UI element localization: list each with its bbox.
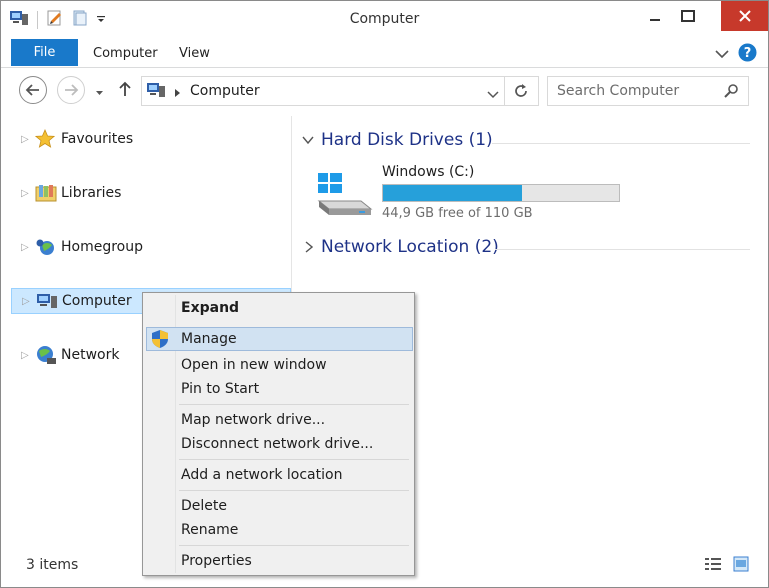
details-view-icon[interactable] (704, 556, 722, 576)
forward-button[interactable] (57, 76, 85, 104)
large-icons-view-icon[interactable] (733, 556, 749, 576)
group-title-network-location[interactable]: Network Location (2) (321, 237, 499, 257)
star-icon (35, 129, 57, 149)
group-divider (495, 249, 750, 250)
menu-item-label: Rename (181, 522, 239, 538)
nav-item-label: Libraries (61, 185, 122, 201)
expand-arrow-icon[interactable]: ▷ (21, 350, 33, 361)
nav-item-libraries[interactable]: ▷ Libraries (11, 180, 289, 206)
menu-separator (179, 404, 409, 405)
breadcrumb-chevron-icon[interactable] (174, 86, 181, 102)
group-collapse-chevron-icon[interactable] (302, 134, 314, 150)
menu-item-label: Map network drive... (181, 412, 326, 428)
menu-item-label: Properties (181, 553, 252, 569)
menu-item-label: Pin to Start (181, 381, 260, 397)
refresh-icon[interactable] (513, 83, 529, 103)
svg-text:?: ? (744, 46, 752, 61)
search-icon[interactable] (724, 83, 739, 102)
ribbon-tabs: File Computer View ? (1, 39, 768, 68)
expand-arrow-icon[interactable]: ▷ (21, 242, 33, 253)
close-icon (738, 10, 751, 22)
group-divider (492, 143, 750, 144)
menu-item-delete[interactable]: Delete (146, 494, 411, 518)
nav-item-label: Network (61, 347, 120, 363)
tab-view[interactable]: View (179, 39, 210, 67)
title-bar: Computer (1, 1, 768, 39)
menu-item-properties[interactable]: Properties (146, 549, 411, 573)
menu-item-disconnect-network-drive[interactable]: Disconnect network drive... (146, 432, 411, 456)
back-arrow-icon (25, 84, 39, 96)
menu-separator (179, 490, 409, 491)
menu-item-add-network-location[interactable]: Add a network location (146, 463, 411, 487)
uac-shield-icon (151, 329, 169, 353)
up-arrow-icon[interactable] (118, 81, 132, 101)
expand-ribbon-chevron-icon[interactable] (715, 47, 729, 63)
nav-item-label: Homegroup (61, 239, 144, 255)
menu-item-expand[interactable]: Expand (146, 296, 411, 320)
group-expand-chevron-icon[interactable] (305, 241, 314, 257)
search-box[interactable]: Search Computer (547, 76, 749, 106)
address-dropdown-icon[interactable] (487, 87, 499, 103)
computer-icon (146, 82, 166, 102)
minimize-button[interactable] (638, 1, 671, 31)
menu-separator (179, 545, 409, 546)
group-title-hard-disk-drives[interactable]: Hard Disk Drives (1) (321, 130, 493, 150)
menu-separator (179, 459, 409, 460)
menu-item-label: Manage (181, 331, 237, 347)
libraries-icon (35, 183, 57, 203)
address-row: Computer Search Computer (1, 72, 768, 108)
nav-item-homegroup[interactable]: ▷ Homegroup (11, 234, 289, 260)
back-button[interactable] (19, 76, 47, 104)
menu-item-label: Delete (181, 498, 227, 514)
drive-usage-bar (382, 184, 620, 202)
expand-arrow-icon[interactable]: ▷ (21, 188, 33, 199)
maximize-icon (680, 10, 695, 22)
search-input[interactable]: Search Computer (557, 83, 679, 99)
context-menu: Expand Manage Open in new window Pin to … (142, 292, 415, 576)
drive-name[interactable]: Windows (C:) (382, 164, 474, 180)
address-bar[interactable]: Computer (141, 76, 539, 106)
breadcrumb-computer[interactable]: Computer (190, 83, 260, 99)
nav-item-label: Computer (62, 293, 132, 309)
homegroup-icon (35, 237, 57, 257)
menu-item-manage[interactable]: Manage (146, 327, 413, 351)
menu-item-rename[interactable]: Rename (146, 518, 411, 542)
menu-item-pin-to-start[interactable]: Pin to Start (146, 377, 411, 401)
drive-free-space: 44,9 GB free of 110 GB (382, 206, 533, 221)
menu-item-label: Disconnect network drive... (181, 436, 374, 452)
address-divider (504, 77, 505, 105)
help-icon[interactable]: ? (738, 43, 757, 66)
item-count: 3 items (26, 557, 79, 573)
minimize-icon (649, 19, 660, 21)
recent-locations-chevron-icon[interactable] (95, 85, 104, 101)
drive-usage-fill (383, 185, 523, 201)
computer-icon (36, 291, 58, 311)
menu-item-label: Open in new window (181, 357, 327, 373)
tab-computer[interactable]: Computer (93, 39, 158, 67)
forward-arrow-icon (65, 84, 79, 96)
expand-arrow-icon[interactable]: ▷ (22, 296, 34, 307)
tab-file[interactable]: File (11, 39, 78, 66)
nav-item-favourites[interactable]: ▷ Favourites (11, 126, 289, 152)
close-button[interactable] (721, 1, 768, 31)
network-icon (35, 345, 57, 365)
drive-icon[interactable] (315, 171, 373, 223)
menu-item-open-new-window[interactable]: Open in new window (146, 353, 411, 377)
expand-arrow-icon[interactable]: ▷ (21, 134, 33, 145)
menu-item-label: Expand (181, 300, 240, 316)
nav-item-label: Favourites (61, 131, 134, 147)
maximize-button[interactable] (671, 1, 704, 31)
menu-item-label: Add a network location (181, 467, 343, 483)
menu-item-map-network-drive[interactable]: Map network drive... (146, 408, 411, 432)
